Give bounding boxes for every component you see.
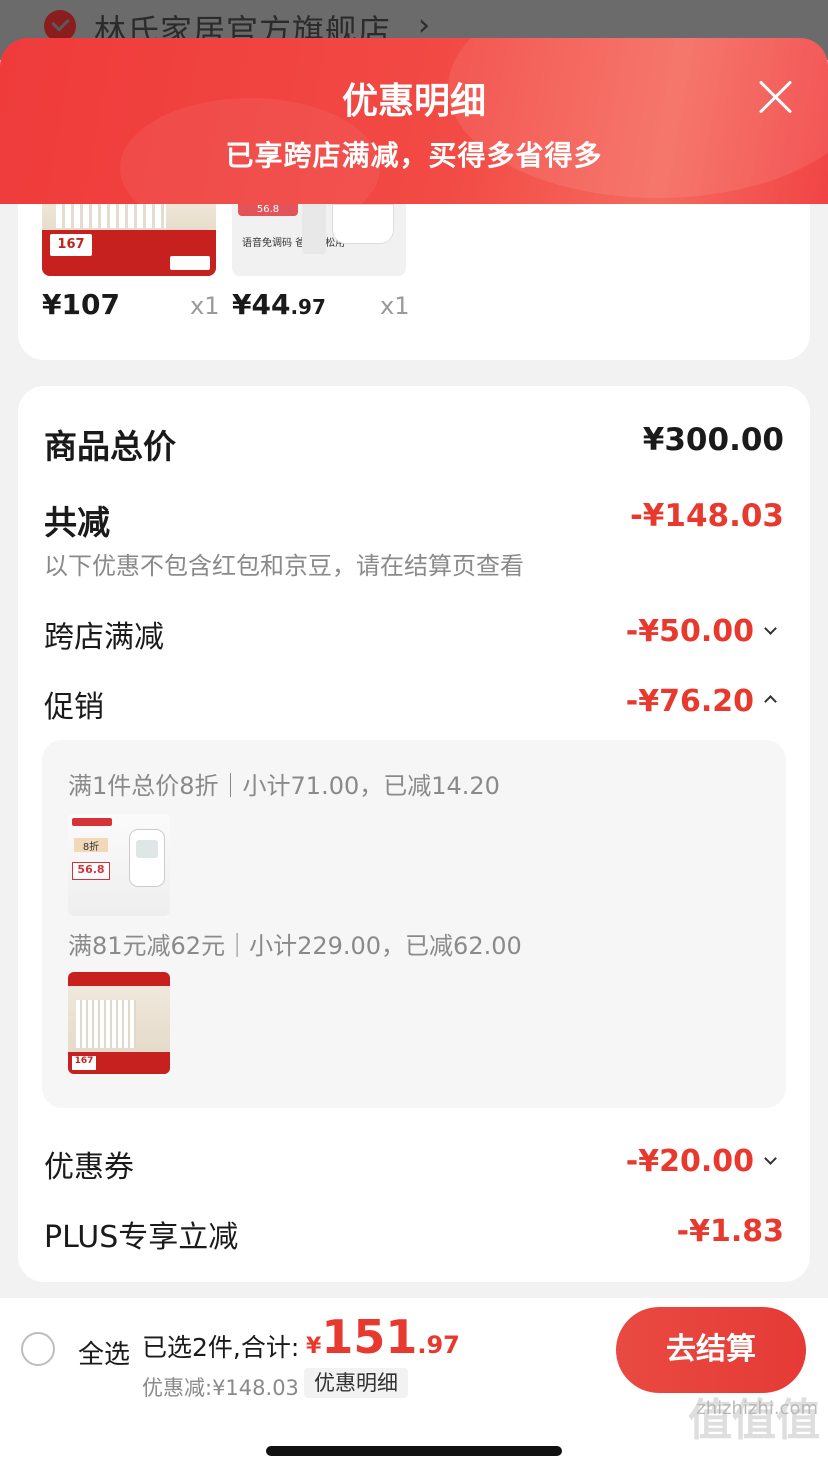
promotion-value[interactable]: -¥76.20: [626, 684, 754, 719]
reduce-note: 以下优惠不包含红包和京豆，请在结算页查看: [44, 552, 524, 580]
product-price-1: ¥107: [42, 288, 120, 321]
checkout-button[interactable]: 去结算: [616, 1307, 806, 1393]
product-thumbnail-2[interactable]: 56.8 语音免调码 爸妈轻松用: [232, 204, 406, 276]
close-icon[interactable]: [754, 76, 796, 118]
brand-logo: [72, 818, 112, 826]
selected-count: 已选2件,合计:: [142, 1333, 300, 1362]
thumb-price: 56.8: [72, 862, 110, 880]
promo-product-image-1[interactable]: 8折 56.8: [68, 814, 170, 916]
plus-label: PLUS专享立减: [44, 1220, 239, 1255]
chevron-up-icon[interactable]: [764, 692, 778, 706]
promotion-label: 促销: [44, 690, 104, 725]
device-screen: [136, 840, 158, 858]
thumb-text: 语音免调码 爸妈轻松用: [242, 238, 346, 249]
thumb-price: 56.8: [238, 204, 298, 216]
total-currency: ¥: [306, 1334, 322, 1359]
product-qty-1: x1: [190, 292, 220, 320]
chevron-down-icon[interactable]: [764, 1154, 778, 1168]
cross-store-value[interactable]: -¥50.00: [626, 614, 754, 649]
total-integer: 151: [321, 1310, 418, 1364]
select-all-checkbox[interactable]: [21, 1332, 55, 1366]
plus-value: -¥1.83: [676, 1214, 784, 1249]
chevron-down-icon[interactable]: [764, 624, 778, 638]
device-image: [130, 830, 164, 886]
bottle-image: [302, 204, 326, 254]
total-reduce-value: -¥148.03: [629, 498, 784, 534]
promo-rule-2: 满81元减62元｜小计229.00，已减62.00: [68, 932, 522, 960]
promotion-detail: 满1件总价8折｜小计71.00，已减14.20 8折 56.8 满81元减62元…: [42, 740, 786, 1108]
radiator-image: [56, 204, 166, 228]
discount-detail-button[interactable]: 优惠明细: [304, 1368, 408, 1398]
total-reduce-label: 共减: [44, 503, 110, 542]
thumb-price: 167: [72, 1056, 96, 1070]
cross-store-label: 跨店满减: [44, 620, 164, 655]
promo-product-image-2[interactable]: 167: [68, 972, 170, 1074]
product-price-2: ¥44.97: [232, 288, 326, 321]
watermark-text: zhizhizhi.com: [696, 1398, 818, 1419]
device-image: [332, 204, 394, 244]
total-amount: ¥151.97: [306, 1310, 460, 1364]
price-breakdown: 商品总价 ¥300.00 共减 -¥148.03 以下优惠不包含红包和京豆，请在…: [18, 386, 810, 1282]
thumb-price: 167: [50, 234, 92, 256]
promo-banner: [68, 972, 170, 986]
sheet-subtitle: 已享跨店满减，买得多省得多: [225, 139, 603, 172]
sheet-title: 优惠明细: [341, 81, 486, 122]
coupon-value[interactable]: -¥20.00: [626, 1144, 754, 1179]
product-qty-2: x1: [380, 292, 410, 320]
checkout-bar: 全选 已选2件,合计: ¥151.97 优惠减:¥148.03 优惠明细 去结算…: [0, 1298, 828, 1472]
thumb-tag: [170, 256, 210, 270]
product-thumbnail-1[interactable]: 167: [42, 204, 216, 276]
discount-summary: 优惠减:¥148.03: [142, 1376, 299, 1400]
total-price-label: 商品总价: [44, 427, 176, 466]
coupon-label: 优惠券: [44, 1150, 134, 1185]
product-list: 167 56.8 语音免调码 爸妈轻松用 ¥107 x1 ¥44.97 x1: [18, 204, 810, 360]
promo-rule-1: 满1件总价8折｜小计71.00，已减14.20: [68, 772, 500, 800]
home-indicator[interactable]: [266, 1446, 562, 1456]
radiator-image: [76, 1000, 136, 1048]
total-price-value: ¥300.00: [642, 422, 784, 458]
thumb-discount: 8折: [74, 838, 108, 853]
select-all-label[interactable]: 全选: [78, 1334, 130, 1371]
total-decimal: .97: [417, 1331, 460, 1359]
discount-detail-header: 优惠明细 已享跨店满减，买得多省得多: [0, 38, 828, 204]
